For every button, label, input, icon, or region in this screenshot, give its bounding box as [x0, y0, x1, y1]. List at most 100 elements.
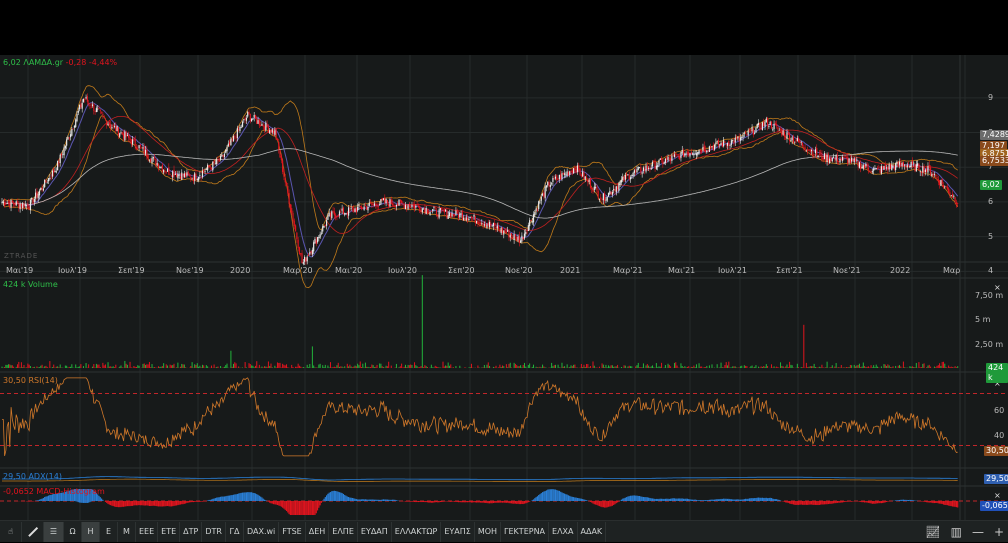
- candle: [245, 118, 246, 120]
- symbol-button[interactable]: FTSE: [279, 522, 305, 542]
- candle: [560, 174, 561, 179]
- hand-tool-button[interactable]: ☝: [0, 522, 22, 542]
- chart-area[interactable]: 6,02 ΛΑΜΔΑ.gr -0,28 -4,44% ZTRADE 424 k …: [0, 55, 1008, 520]
- symbol-button[interactable]: ΔΕΗ: [306, 522, 330, 542]
- candle: [467, 218, 468, 221]
- volume-bar: [766, 364, 767, 368]
- chart-svg[interactable]: [0, 55, 1008, 520]
- macd-bar: [898, 500, 899, 501]
- macd-bar: [803, 501, 804, 505]
- volume-bar: [860, 367, 861, 368]
- macd-bar: [715, 499, 716, 501]
- zoom-in-button[interactable]: +: [994, 525, 1004, 539]
- symbol-button[interactable]: ΕΛΧΑ: [549, 522, 577, 542]
- symbol-button[interactable]: ΕΕΕ: [136, 522, 158, 542]
- symbol-button[interactable]: ΕΛΠΕ: [329, 522, 358, 542]
- close-volume-pane[interactable]: ×: [994, 283, 1001, 292]
- draw-line-button[interactable]: [22, 522, 44, 542]
- symbol-button[interactable]: M: [118, 522, 136, 542]
- candle: [907, 165, 908, 167]
- candle: [202, 171, 203, 177]
- candle: [116, 126, 117, 131]
- symbol-button[interactable]: ΕΥΔΑΠ: [358, 522, 392, 542]
- candle: [545, 187, 546, 199]
- volume-bar: [280, 363, 281, 368]
- macd-bar: [246, 492, 247, 501]
- symbol-button[interactable]: ΕΛΛΑΚΤΩΡ: [392, 522, 442, 542]
- macd-bar: [395, 500, 396, 501]
- volume-bar: [2, 367, 3, 368]
- candle: [423, 209, 424, 210]
- macd-bar: [177, 501, 178, 505]
- candle: [462, 213, 463, 220]
- macd-bar: [634, 495, 635, 501]
- candle: [695, 154, 696, 155]
- volume-bar: [924, 363, 925, 368]
- macd-bar: [126, 501, 127, 506]
- symbol-button[interactable]: ΓΔ: [226, 522, 244, 542]
- macd-bar: [185, 501, 186, 504]
- volume-bar: [154, 367, 155, 368]
- symbol-button[interactable]: ΕΥΑΠΣ: [441, 522, 474, 542]
- candle: [485, 224, 486, 227]
- macd-bar: [564, 494, 565, 501]
- symbol-button[interactable]: ΜΟΗ: [475, 522, 501, 542]
- volume-bar: [471, 364, 472, 368]
- candle: [444, 209, 445, 212]
- symbol-button[interactable]: Ω: [64, 522, 82, 542]
- candle: [228, 144, 229, 147]
- candle: [299, 247, 300, 254]
- candle: [528, 225, 529, 231]
- candle: [639, 167, 640, 168]
- volume-bar: [136, 367, 137, 368]
- candle: [237, 128, 238, 138]
- candle: [334, 211, 335, 215]
- symbol-button[interactable]: ΑΔΑΚ: [578, 522, 607, 542]
- volume-bar: [167, 366, 168, 368]
- candle: [838, 161, 839, 162]
- symbol-button[interactable]: ΕΤΕ: [158, 522, 180, 542]
- macd-bar: [923, 501, 924, 502]
- bar-chart-icon[interactable]: ▥: [951, 525, 962, 539]
- macd-bar: [107, 501, 108, 504]
- candle: [126, 131, 127, 137]
- macd-bar: [365, 499, 366, 501]
- candle: [837, 155, 838, 161]
- candle: [234, 136, 235, 137]
- macd-bar: [237, 494, 238, 501]
- macd-bar: [714, 500, 715, 501]
- candle: [723, 140, 724, 146]
- macd-bar: [899, 500, 900, 501]
- line-chart-icon[interactable]: 📈︎: [925, 525, 940, 539]
- volume-bar: [912, 366, 913, 368]
- rsi-line: [2, 378, 958, 456]
- zoom-out-button[interactable]: —: [972, 525, 984, 539]
- candle: [276, 129, 277, 140]
- symbol-button[interactable]: DTR: [202, 522, 226, 542]
- macd-bar: [417, 501, 418, 502]
- lines-tool-button[interactable]: ☰: [44, 522, 64, 542]
- candle: [445, 210, 446, 212]
- symbol-button[interactable]: E: [100, 522, 118, 542]
- symbol-button[interactable]: DAX.wi: [244, 522, 279, 542]
- symbol-button[interactable]: ΓΕΚΤΕΡΝΑ: [501, 522, 549, 542]
- candle: [109, 122, 110, 125]
- macd-bar: [744, 499, 745, 501]
- macd-bar: [494, 501, 495, 503]
- volume-bar: [587, 364, 588, 368]
- symbol-button[interactable]: ΔΤΡ: [180, 522, 202, 542]
- candle: [940, 180, 941, 186]
- symbol-button[interactable]: H: [82, 522, 100, 542]
- macd-bar: [713, 500, 714, 501]
- volume-bar: [532, 367, 533, 368]
- candle: [432, 209, 433, 210]
- candle: [170, 174, 171, 175]
- macd-bar: [282, 501, 283, 508]
- macd-bar: [644, 497, 645, 501]
- candle: [645, 165, 646, 171]
- rsi-axis-tick: 40: [994, 431, 1004, 440]
- candle: [536, 209, 537, 212]
- close-macd-pane[interactable]: ×: [994, 491, 1001, 500]
- volume-bar: [360, 361, 361, 368]
- volume-bar: [871, 365, 872, 368]
